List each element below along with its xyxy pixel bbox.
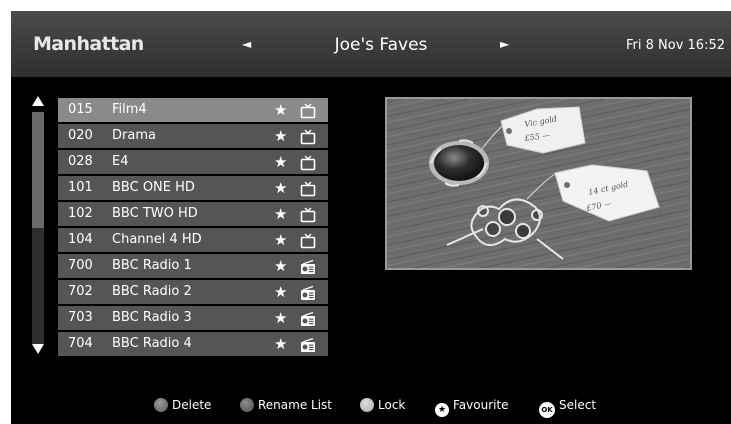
scroll-down-arrow[interactable] [32,344,44,354]
green-button-icon [240,398,254,412]
channel-number: 101 [68,180,93,195]
channel-name: Drama [112,128,156,143]
ok-button-icon: OK [539,402,555,418]
rename-list-action[interactable]: Rename List [240,395,332,415]
preview-photo: Vic gold £55 — 14 ct gold £70 — [387,99,690,268]
header-bar: Manhattan ◄ Joe's Faves ► Fri 8 Nov 16:5… [11,11,731,77]
radio-icon [300,337,316,353]
favourite-star-icon: ★ [274,231,288,249]
favourite-star-icon: ★ [274,179,288,197]
channel-name: BBC TWO HD [112,206,198,221]
channel-number: 028 [68,154,93,169]
scrollbar-track[interactable] [32,112,44,344]
scrollbar-thumb[interactable] [32,112,44,228]
channel-number: 102 [68,206,93,221]
channel-row[interactable]: 101 BBC ONE HD ★ [58,176,328,200]
channel-name: BBC Radio 2 [112,284,192,299]
favourite-star-icon: ★ [274,335,288,353]
favourite-star-icon: ★ [274,205,288,223]
tv-icon [300,181,316,197]
tv-icon [300,155,316,171]
tv-icon [300,103,316,119]
channel-number: 704 [68,336,93,351]
rename-list-label: Rename List [258,398,333,412]
radio-icon [300,311,316,327]
channel-number: 702 [68,284,93,299]
channel-row[interactable]: 703 BBC Radio 3 ★ [58,306,328,330]
channel-name: BBC Radio 3 [112,310,192,325]
red-button-icon [154,398,168,412]
channel-name: BBC ONE HD [112,180,195,195]
channel-row[interactable]: 015 Film4 ★ [58,98,328,122]
channel-list: 015 Film4 ★ 020 Drama ★ 028 E4 ★ 101 BBC ONE HD ★ 10… [58,98,328,358]
channel-number: 020 [68,128,93,143]
channel-number: 015 [68,102,93,117]
channel-preview-image: Vic gold £55 — 14 ct gold £70 — [385,97,692,270]
channel-name: Channel 4 HD [112,232,202,247]
channel-name: E4 [112,154,129,169]
favourite-star-icon: ★ [274,283,288,301]
channel-number: 104 [68,232,93,247]
channel-row[interactable]: 028 E4 ★ [58,150,328,174]
brand-logo: Manhattan [33,33,144,55]
channel-row[interactable]: 704 BBC Radio 4 ★ [58,332,328,356]
channel-row[interactable]: 702 BBC Radio 2 ★ [58,280,328,304]
lock-action[interactable]: Lock [360,395,405,415]
favourite-label: Favourite [453,398,509,412]
channel-row[interactable]: 700 BBC Radio 1 ★ [58,254,328,278]
previous-list-arrow[interactable]: ◄ [242,37,251,51]
scroll-up-arrow[interactable] [32,96,44,106]
footer-legend: Delete Rename List Lock ★ Favourite OK Sel… [11,393,731,418]
tv-screen: Manhattan ◄ Joe's Faves ► Fri 8 Nov 16:5… [11,11,731,424]
channel-name: Film4 [112,102,147,117]
next-list-arrow[interactable]: ► [500,37,509,51]
channel-name: BBC Radio 1 [112,258,192,273]
favourite-action[interactable]: ★ Favourite [435,395,509,417]
lock-label: Lock [378,398,406,412]
tv-icon [300,207,316,223]
radio-icon [300,259,316,275]
favourite-star-icon: ★ [274,257,288,275]
star-button-icon: ★ [435,403,449,417]
channel-row[interactable]: 020 Drama ★ [58,124,328,148]
tv-icon [300,129,316,145]
list-title: Joe's Faves [334,35,428,55]
channel-row[interactable]: 104 Channel 4 HD ★ [58,228,328,252]
clock: Fri 8 Nov 16:52 [626,38,725,53]
delete-action[interactable]: Delete [154,395,211,415]
select-label: Select [559,398,597,412]
channel-name: BBC Radio 4 [112,336,192,351]
radio-icon [300,285,316,301]
yellow-button-icon [360,398,374,412]
tv-icon [300,233,316,249]
channel-number: 703 [68,310,93,325]
channel-number: 700 [68,258,93,273]
delete-label: Delete [172,398,212,412]
favourite-star-icon: ★ [274,153,288,171]
channel-row[interactable]: 102 BBC TWO HD ★ [58,202,328,226]
favourite-star-icon: ★ [274,101,288,119]
favourite-star-icon: ★ [274,309,288,327]
select-action[interactable]: OK Select [539,395,596,418]
favourite-star-icon: ★ [274,127,288,145]
